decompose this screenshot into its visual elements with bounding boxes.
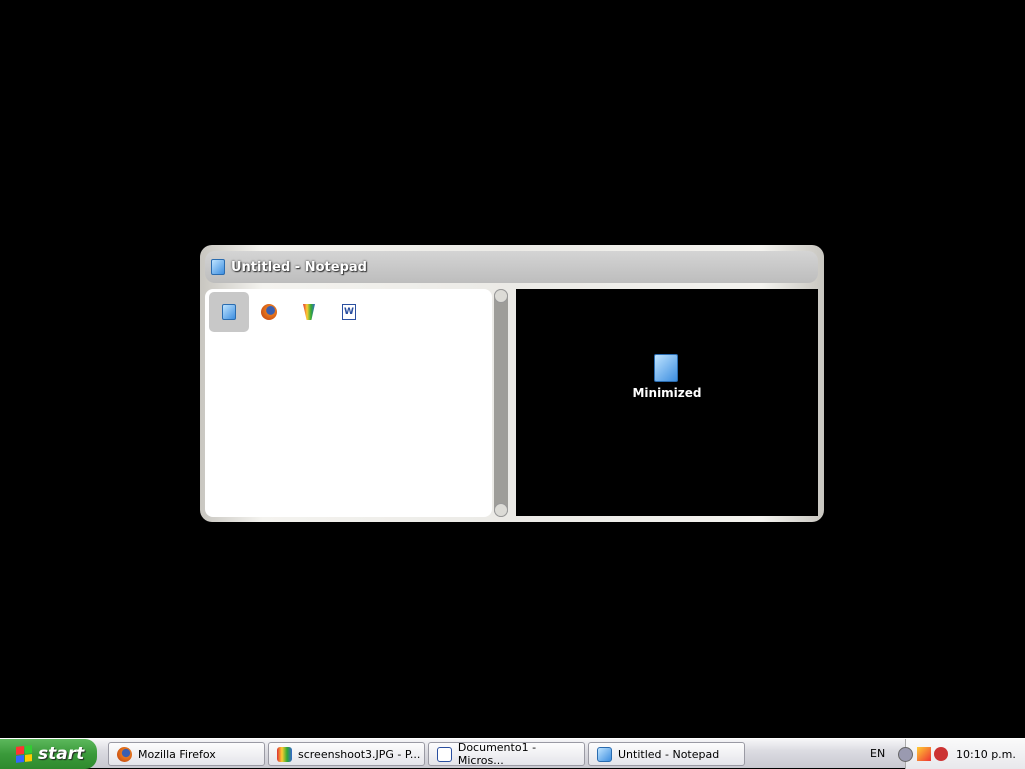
paint-icon [277,746,292,762]
switcher-title: Untitled - Notepad [231,259,367,275]
word-icon [437,746,452,762]
switcher-item-word[interactable]: W [329,292,369,332]
window-preview: Minimized [516,289,818,516]
taskbar-button-label: Documento1 - Micros... [457,741,537,767]
notepad-icon [654,354,678,382]
taskbar-button-notepad[interactable]: Untitled - Notepad [588,742,745,766]
show-hidden-icons-button[interactable] [898,746,913,762]
switcher-titlebar: Untitled - Notepad [205,251,818,283]
taskbar-button-word[interactable]: Documento1 - Micros... [428,741,585,767]
start-label: start [38,744,85,764]
taskbar-button-label: screenshoot3.JPG - P... [298,747,421,761]
taskbar-button-label: Untitled - Notepad [618,747,720,761]
switcher-item-notepad[interactable] [209,292,249,332]
notepad-icon [222,304,236,320]
notepad-icon [211,259,225,275]
firefox-icon [261,304,277,320]
paint-icon [303,304,315,320]
tray-app-icon[interactable] [917,747,931,761]
switcher-item-paint[interactable] [289,292,329,332]
windows-logo-icon [16,745,32,763]
window-list: W [205,289,492,517]
scrollbar[interactable] [494,289,508,517]
notepad-icon [597,746,612,762]
language-indicator[interactable]: EN [870,747,885,760]
task-switcher: Untitled - Notepad W Minimized [200,245,824,522]
taskbar: start Mozilla Firefox screenshoot3.JPG -… [0,738,1025,769]
taskbar-button-label: Mozilla Firefox [138,747,216,761]
word-icon: W [342,304,356,320]
preview-label: Minimized [632,386,702,400]
taskbar-button-firefox[interactable]: Mozilla Firefox [108,742,265,766]
scroll-down-button[interactable] [494,503,508,517]
taskbar-button-paint[interactable]: screenshoot3.JPG - P... [268,742,425,766]
start-button[interactable]: start [0,739,97,769]
firefox-icon [117,746,132,762]
switcher-item-firefox[interactable] [249,292,289,332]
scroll-up-button[interactable] [494,289,508,303]
system-tray: 10:10 p.m. [898,739,1025,769]
clock[interactable]: 10:10 p.m. [956,748,1016,761]
tray-network-icon[interactable] [934,747,948,761]
